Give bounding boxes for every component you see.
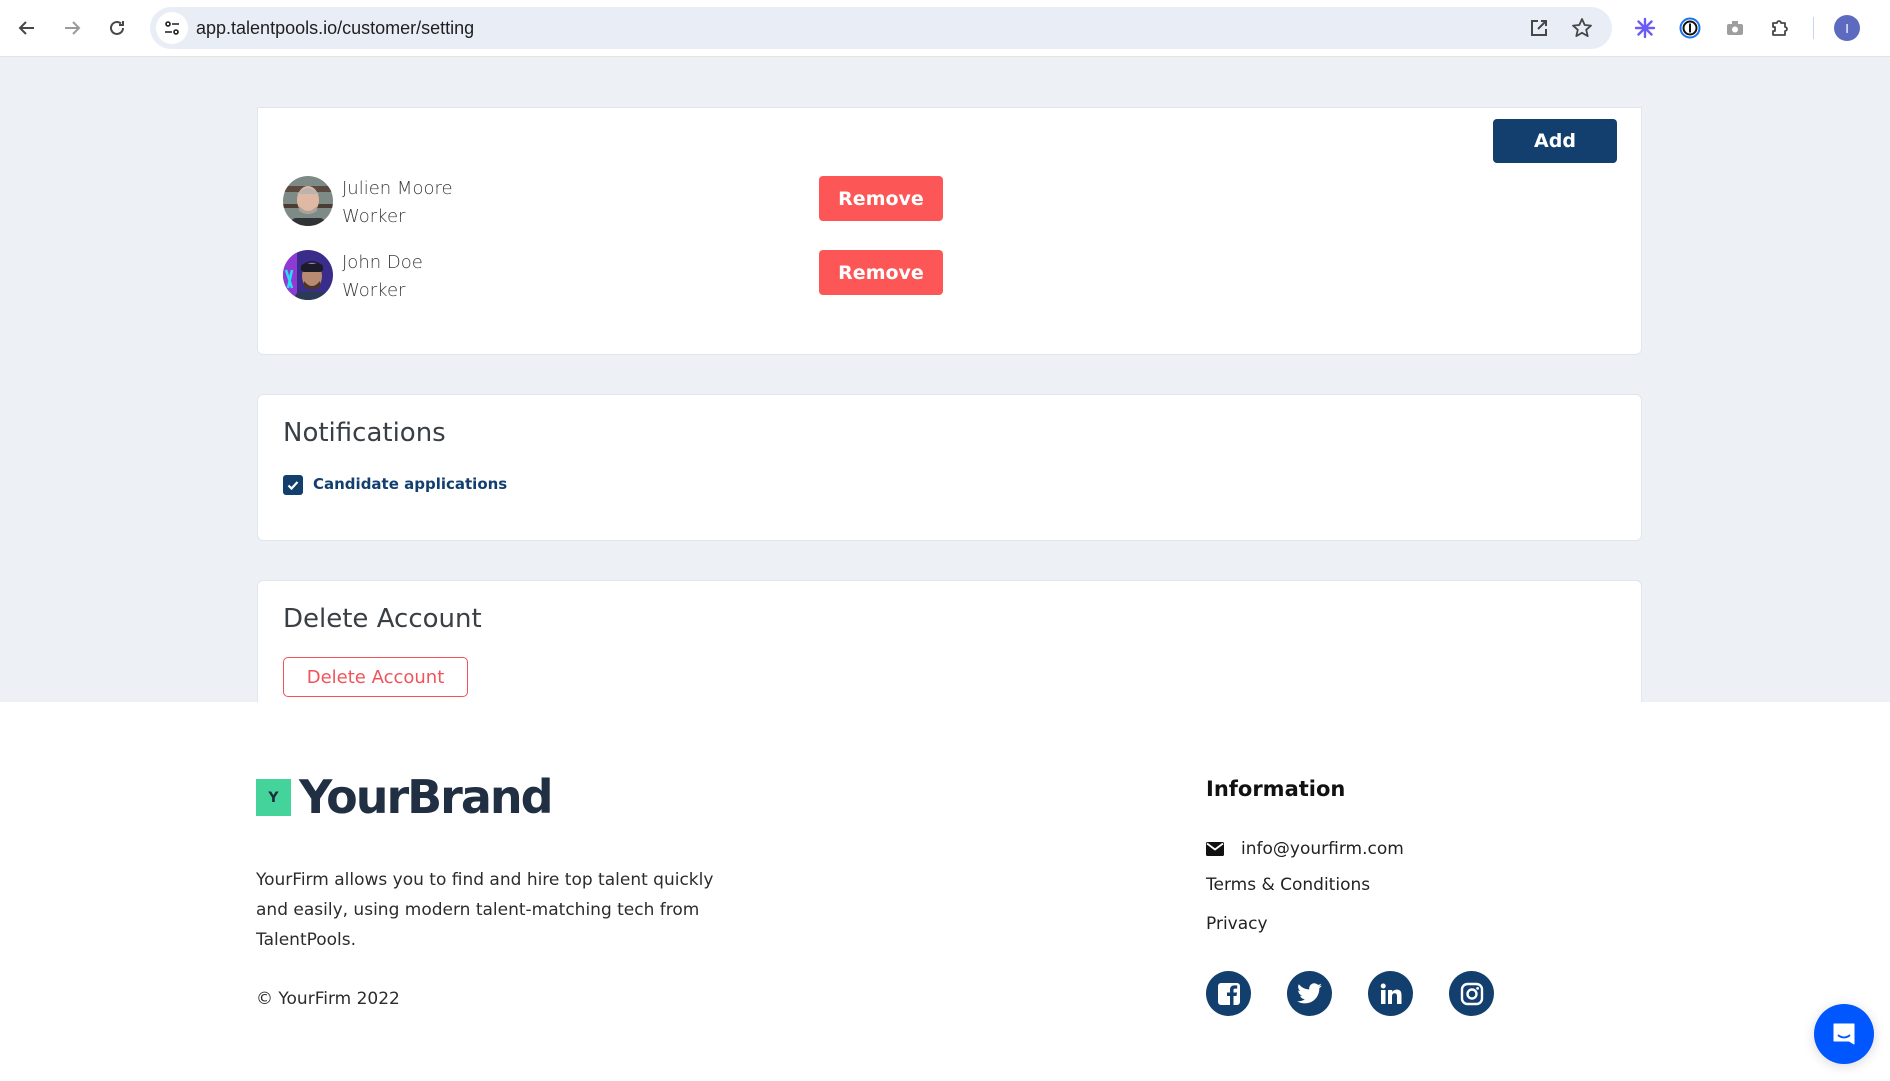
add-member-button[interactable]: Add bbox=[1493, 119, 1617, 163]
checkmark-icon bbox=[287, 481, 299, 491]
linkedin-link[interactable] bbox=[1368, 971, 1413, 1016]
notifications-title: Notifications bbox=[283, 418, 446, 448]
member-role: Worker bbox=[342, 206, 406, 227]
site-info-button[interactable] bbox=[156, 12, 188, 44]
privacy-link[interactable]: Privacy bbox=[1206, 914, 1268, 934]
notifications-card: Notifications Candidate applications bbox=[257, 394, 1642, 541]
extension-camera[interactable] bbox=[1722, 15, 1748, 41]
puzzle-icon bbox=[1772, 20, 1788, 36]
url-text[interactable]: app.talentpools.io/customer/setting bbox=[196, 18, 474, 39]
delete-account-button[interactable]: Delete Account bbox=[283, 657, 468, 697]
delete-account-title: Delete Account bbox=[283, 604, 482, 634]
profile-avatar[interactable]: I bbox=[1834, 15, 1860, 41]
arrow-right-icon bbox=[65, 21, 81, 35]
candidate-applications-label[interactable]: Candidate applications bbox=[313, 475, 507, 493]
external-link-icon bbox=[1531, 20, 1547, 36]
perplexity-icon bbox=[1634, 17, 1656, 39]
tune-icon bbox=[165, 21, 179, 35]
1password-icon bbox=[1679, 17, 1701, 39]
forward-button[interactable] bbox=[58, 14, 86, 42]
extension-1password[interactable] bbox=[1677, 15, 1703, 41]
reload-icon bbox=[110, 20, 124, 35]
camera-icon bbox=[1727, 21, 1743, 35]
footer: Y YourBrand YourFirm allows you to find … bbox=[0, 702, 1890, 1081]
member-row: Julien Moore Worker Remove bbox=[283, 176, 983, 234]
avatar-photo-john bbox=[283, 250, 333, 300]
remove-member-button[interactable]: Remove bbox=[819, 176, 943, 221]
copyright: © YourFirm 2022 bbox=[256, 989, 400, 1009]
avatar-photo-julien bbox=[283, 176, 333, 226]
remove-member-button[interactable]: Remove bbox=[819, 250, 943, 295]
arrow-left-icon bbox=[18, 21, 34, 35]
twitter-icon bbox=[1296, 982, 1322, 1003]
back-button[interactable] bbox=[13, 14, 41, 42]
instagram-link[interactable] bbox=[1449, 971, 1494, 1016]
envelope-icon bbox=[1206, 842, 1224, 856]
twitter-link[interactable] bbox=[1287, 971, 1332, 1016]
member-role: Worker bbox=[342, 280, 406, 301]
reload-button[interactable] bbox=[103, 14, 131, 42]
brand-logo-text[interactable]: YourBrand bbox=[299, 770, 554, 824]
brand-logo-mark: Y bbox=[256, 779, 291, 816]
team-members-card: Add Julien Moore Worker Remove John Doe … bbox=[257, 107, 1642, 355]
extension-perplexity[interactable] bbox=[1632, 15, 1658, 41]
extensions-menu-button[interactable] bbox=[1767, 15, 1793, 41]
member-name: John Doe bbox=[342, 252, 423, 273]
avatar bbox=[283, 176, 333, 226]
star-icon bbox=[1572, 18, 1592, 37]
member-row: John Doe Worker Remove bbox=[283, 250, 983, 308]
delete-account-card: Delete Account Delete Account bbox=[257, 580, 1642, 721]
email-text: info@yourfirm.com bbox=[1241, 839, 1404, 859]
email-link[interactable]: info@yourfirm.com bbox=[1206, 839, 1404, 859]
candidate-applications-checkbox[interactable] bbox=[283, 475, 303, 495]
browser-toolbar: app.talentpools.io/customer/setting I bbox=[0, 0, 1890, 57]
avatar bbox=[283, 250, 333, 300]
facebook-icon bbox=[1217, 982, 1240, 1005]
terms-link[interactable]: Terms & Conditions bbox=[1206, 875, 1370, 895]
bookmark-button[interactable] bbox=[1570, 16, 1594, 40]
facebook-link[interactable] bbox=[1206, 971, 1251, 1016]
settings-page: Add Julien Moore Worker Remove John Doe … bbox=[0, 57, 1890, 721]
address-bar[interactable]: app.talentpools.io/customer/setting bbox=[150, 7, 1612, 49]
chat-icon bbox=[1833, 1023, 1855, 1045]
open-in-app-button[interactable] bbox=[1527, 16, 1551, 40]
member-name: Julien Moore bbox=[342, 178, 453, 199]
linkedin-icon bbox=[1380, 983, 1401, 1004]
footer-description: YourFirm allows you to find and hire top… bbox=[256, 870, 714, 950]
toolbar-divider bbox=[1813, 17, 1814, 39]
chat-launcher-button[interactable] bbox=[1814, 1004, 1874, 1064]
instagram-icon bbox=[1460, 982, 1483, 1005]
information-heading: Information bbox=[1206, 777, 1346, 801]
